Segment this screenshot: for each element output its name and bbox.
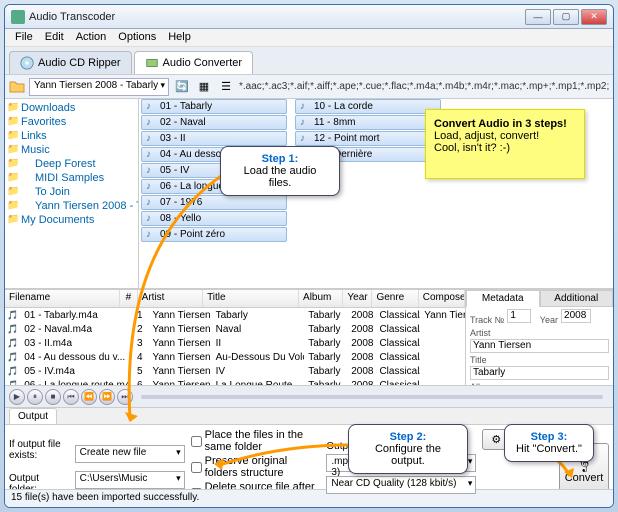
file-item[interactable]: 11 - 8mm: [295, 115, 441, 130]
view-icons-button[interactable]: ▦: [195, 78, 213, 96]
filter-text: *.aac;*.ac3;*.aif;*.aiff;*.ape;*.cue;*.f…: [239, 81, 609, 92]
file-item[interactable]: 03 - II: [141, 131, 287, 146]
cd-icon: [20, 56, 34, 70]
tab-metadata[interactable]: Metadata: [466, 290, 540, 307]
step1-callout: Step 1:Load the audio files.: [220, 146, 340, 196]
step3-callout: Step 3:Hit "Convert.": [504, 424, 594, 462]
list-header[interactable]: Filename # Artist Title Album Year Genre…: [5, 290, 465, 308]
output-tab[interactable]: Output: [9, 408, 57, 424]
ffwd-button[interactable]: ⏩: [99, 389, 115, 405]
file-item[interactable]: 07 - 1976: [141, 195, 287, 210]
file-item[interactable]: 10 - La corde: [295, 99, 441, 114]
step2-callout: Step 2:Configure the output.: [348, 424, 468, 474]
same-folder-checkbox[interactable]: [191, 436, 202, 447]
tab-converter[interactable]: Audio Converter: [134, 51, 254, 74]
gear-icon: ⚙: [491, 433, 501, 446]
metadata-panel: Metadata Additional Track № 1 Year 2008 …: [465, 290, 613, 385]
exists-select[interactable]: Create new file: [75, 445, 185, 463]
status-bar: 15 file(s) have been imported successful…: [5, 489, 613, 507]
preserve-structure-checkbox[interactable]: [191, 462, 202, 473]
rewind-button[interactable]: ⏪: [81, 389, 97, 405]
menu-action[interactable]: Action: [70, 29, 113, 46]
file-item[interactable]: 01 - Tabarly: [141, 99, 287, 114]
convert-icon: [145, 56, 159, 70]
prev-button[interactable]: ⏮: [63, 389, 79, 405]
sticky-note: Convert Audio in 3 steps! Load, adjust, …: [425, 109, 585, 179]
table-row[interactable]: 04 - Au dessous du v...4Yann TiersenAu-D…: [5, 350, 465, 364]
refresh-button[interactable]: 🔄: [173, 78, 191, 96]
file-grid[interactable]: 01 - Tabarly02 - Naval03 - II04 - Au des…: [139, 99, 613, 288]
tree-node[interactable]: Music: [7, 143, 136, 157]
play-button[interactable]: ▶: [9, 389, 25, 405]
tree-node[interactable]: Yann Tiersen 2008 - Tabarly: [7, 199, 136, 213]
tree-node[interactable]: Downloads: [7, 101, 136, 115]
tree-node[interactable]: My Documents: [7, 213, 136, 227]
tree-node[interactable]: Deep Forest: [7, 157, 136, 171]
table-row[interactable]: 05 - IV.m4a5Yann TiersenIVTabarly2008Cla…: [5, 364, 465, 378]
path-selector[interactable]: Yann Tiersen 2008 - Tabarly: [29, 78, 169, 96]
seek-slider[interactable]: [141, 395, 603, 399]
menu-file[interactable]: File: [9, 29, 39, 46]
folder-tree[interactable]: DownloadsFavoritesLinksMusicDeep ForestM…: [5, 99, 139, 288]
track-list: Filename # Artist Title Album Year Genre…: [5, 289, 613, 385]
file-item[interactable]: 09 - Point zéro: [141, 227, 287, 242]
window-title: Audio Transcoder: [29, 11, 523, 23]
tree-node[interactable]: Favorites: [7, 115, 136, 129]
tree-node[interactable]: Links: [7, 129, 136, 143]
meta-artist[interactable]: Yann Tiersen: [470, 339, 609, 353]
tab-additional[interactable]: Additional: [540, 290, 614, 307]
menu-options[interactable]: Options: [112, 29, 162, 46]
folder-icon: [9, 79, 25, 95]
meta-year[interactable]: 2008: [561, 309, 591, 323]
menu-help[interactable]: Help: [162, 29, 197, 46]
file-item[interactable]: 08 - Yello: [141, 211, 287, 226]
file-item[interactable]: 02 - Naval: [141, 115, 287, 130]
table-row[interactable]: 01 - Tabarly.m4a1Yann TiersenTabarlyTaba…: [5, 308, 465, 322]
quality-select[interactable]: Near CD Quality (128 kbit/s): [326, 476, 476, 494]
stop-button[interactable]: ■: [45, 389, 61, 405]
tab-ripper[interactable]: Audio CD Ripper: [9, 51, 132, 74]
main-tabs: Audio CD Ripper Audio Converter: [5, 47, 613, 75]
view-list-button[interactable]: ☰: [217, 78, 235, 96]
tree-node[interactable]: To Join: [7, 185, 136, 199]
table-row[interactable]: 03 - II.m4a3Yann TiersenIITabarly2008Cla…: [5, 336, 465, 350]
menu-edit[interactable]: Edit: [39, 29, 70, 46]
meta-title[interactable]: Tabarly: [470, 366, 609, 380]
table-row[interactable]: 06 - La longue route.m4a6Yann TiersenLa …: [5, 378, 465, 385]
player-bar: ▶ ⏸ ■ ⏮ ⏪ ⏩ ⏭: [5, 385, 613, 407]
minimize-button[interactable]: —: [525, 9, 551, 25]
app-icon: [11, 10, 25, 24]
pause-button[interactable]: ⏸: [27, 389, 43, 405]
next-button[interactable]: ⏭: [117, 389, 133, 405]
menubar: File Edit Action Options Help: [5, 29, 613, 47]
table-row[interactable]: 02 - Naval.m4a2Yann TiersenNavalTabarly2…: [5, 322, 465, 336]
meta-trackno[interactable]: 1: [507, 309, 531, 323]
maximize-button[interactable]: ▢: [553, 9, 579, 25]
toolbar: Yann Tiersen 2008 - Tabarly 🔄 ▦ ☰ *.aac;…: [5, 75, 613, 99]
file-item[interactable]: 12 - Point mort: [295, 131, 441, 146]
output-folder[interactable]: C:\Users\Music: [75, 471, 185, 489]
close-button[interactable]: ✕: [581, 9, 607, 25]
titlebar: Audio Transcoder — ▢ ✕: [5, 5, 613, 29]
tree-node[interactable]: MIDI Samples: [7, 171, 136, 185]
